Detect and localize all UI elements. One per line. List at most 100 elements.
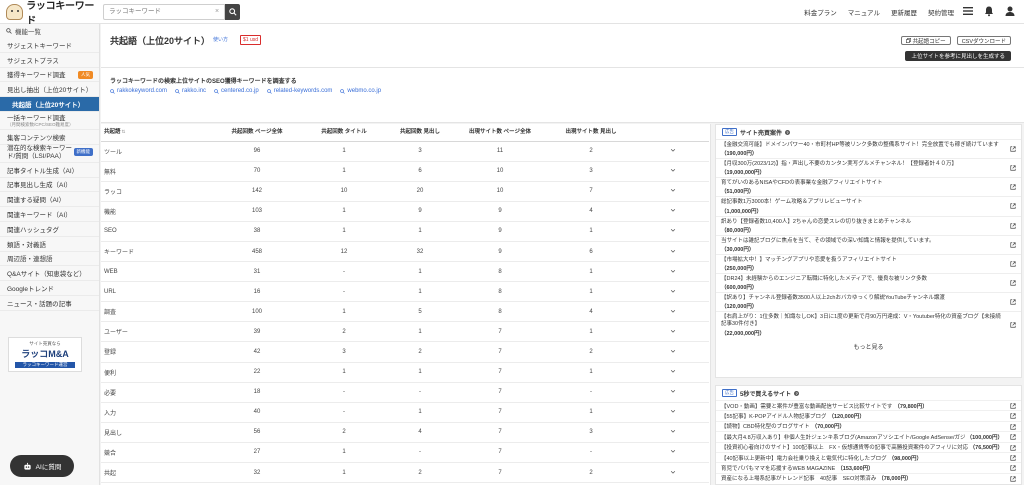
chevron-down-icon[interactable] (637, 442, 709, 464)
external-link-icon[interactable] (1010, 299, 1016, 305)
chevron-down-icon[interactable] (637, 301, 709, 323)
site-listing[interactable]: 【月収300万(2023/12)】指・声出し不要のカンタン実写グルメチャンネル！… (716, 158, 1021, 177)
sidebar-item-related-ai[interactable]: 関連キーワード（AI） (0, 207, 99, 222)
external-link-icon[interactable] (1010, 165, 1016, 171)
sidebar-item-content-search[interactable]: 集客コンテンツ検索 (0, 130, 99, 145)
info-icon[interactable]: ? (785, 129, 791, 135)
quick-site-item[interactable]: 育児でパパもママを応援するWEB MAGAZINE （153,600円） (716, 462, 1021, 472)
user-icon[interactable] (1004, 5, 1016, 17)
site-link[interactable]: webmo.co.jp (340, 88, 381, 94)
site-link[interactable]: related-keywords.com (266, 88, 332, 94)
quick-site-item[interactable]: 【投資初心者向けのサイト】100記事以上 FX・仮想通貨等の記事で高勝投資案件の… (716, 441, 1021, 452)
sidebar-item-bulk-research[interactable]: 一括キーワード調査 （月間検索数/CPC/SEO難易度） (0, 112, 99, 130)
table-row[interactable]: ユーザー 39 2 1 7 1 (101, 321, 709, 343)
search-input[interactable] (103, 3, 225, 20)
col-header-count-page[interactable]: 共起回数 ページ全体 (211, 124, 303, 142)
chevron-down-icon[interactable] (637, 462, 709, 484)
site-listing[interactable]: 【訳あり】チャンネル登録者数3500人以上2chおバカゆっくり解説YouTube… (716, 292, 1021, 311)
nav-contract[interactable]: 契約管理 (928, 7, 954, 17)
external-link-icon[interactable] (1010, 403, 1016, 409)
generate-headings-button[interactable]: 上位サイトを参考に見出しを生成する (905, 51, 1011, 61)
chevron-down-icon[interactable] (637, 321, 709, 343)
search-button[interactable] (225, 3, 240, 20)
sidebar-item-qa-sites[interactable]: Q&Aサイト（知恵袋など） (0, 266, 99, 282)
nav-pricing[interactable]: 料金プラン (804, 7, 837, 17)
col-header-keyword[interactable]: 共起語⇅ (101, 124, 211, 142)
site-listing[interactable]: 当サイトは雑記ブログに焦点を当て、その領域での深い知識と情報を提供しています。 （… (716, 234, 1021, 254)
external-link-icon[interactable] (1010, 184, 1016, 190)
site-listing[interactable]: 訳あり【登録者数10,400人】2ちゃんの恋愛スレの切り抜きまとめチャンネル （8… (716, 215, 1021, 235)
sidebar-item-questions-ai[interactable]: 関連する疑問（AI） (0, 192, 99, 208)
rakko-ma-banner[interactable]: サイト売買なら ラッコM&A ラッコキーワード運営 (8, 337, 82, 372)
external-link-icon[interactable] (1010, 322, 1016, 328)
chevron-down-icon[interactable] (637, 362, 709, 383)
sidebar-item-lsi-paa[interactable]: 潜在的な検索キーワード/質問（LSI/PAA） 新機能 (0, 145, 99, 163)
sidebar-item-heading-ai[interactable]: 記事見出し生成（AI） (0, 178, 99, 193)
chevron-down-icon[interactable] (637, 341, 709, 363)
table-row[interactable]: SEO 38 1 1 9 1 (101, 221, 709, 242)
table-row[interactable]: 登録 42 3 2 7 2 (101, 341, 709, 363)
chevron-down-icon[interactable] (637, 402, 709, 423)
external-link-icon[interactable] (1010, 242, 1016, 248)
copy-button[interactable]: 共起語コピー (900, 36, 951, 45)
site-link[interactable]: rakko.inc (175, 88, 206, 94)
table-row[interactable]: WEB 31-1 8 1 (101, 261, 709, 283)
nav-manual[interactable]: マニュアル (848, 7, 880, 17)
csv-download-button[interactable]: CSVダウンロード (956, 36, 1011, 45)
table-row[interactable]: 調査 100 1 5 8 4 (101, 301, 709, 323)
site-listing[interactable]: 【市場拡大中！】マッチングアプリや恋愛を扱うアフィリエイトサイト （250,000… (716, 253, 1021, 273)
table-row[interactable]: 見出し 56 2 4 7 3 (101, 422, 709, 443)
quick-site-item[interactable]: 【最大月4.8万収入あり】非個人生計ジェンキ系ブログ(Amazonアソシエイト/… (716, 431, 1021, 441)
table-row[interactable]: 競合 27 1-7- (101, 442, 709, 464)
site-listing[interactable]: 【DR24】未経験からのエンジニア転職に特化したメディアで、優良な被リンク多数 （… (716, 272, 1021, 292)
chevron-down-icon[interactable] (637, 382, 709, 403)
site-listing[interactable]: 総記事数1万3000本！ゲーム攻略＆アプリレビューサイト （1,000,000円） (716, 196, 1021, 215)
chevron-down-icon[interactable] (637, 221, 709, 242)
col-header-sites-page[interactable]: 出現サイト数 ページ全体 (455, 124, 545, 142)
quick-site-item[interactable]: 【55記事】K-POPアイドル人物記事ブログ （120,000円） (716, 410, 1021, 420)
how-to-link[interactable]: 使い方 (213, 36, 228, 43)
table-row[interactable]: 機能 103 1 9 9 4 (101, 201, 709, 222)
chevron-down-icon[interactable] (637, 261, 709, 283)
app-logo[interactable]: ラッコキーワード (0, 0, 100, 27)
col-header-count-heading[interactable]: 共起回数 見出し (385, 124, 455, 142)
table-row[interactable]: 共起 32 1 2 7 2 (101, 462, 709, 484)
col-header-sites-heading[interactable]: 出現サイト数 見出し (545, 124, 637, 142)
external-link-icon[interactable] (1010, 203, 1016, 210)
sidebar-item-google-trends[interactable]: Googleトレンド (0, 281, 99, 296)
table-row[interactable]: URL 16-1 8 1 (101, 281, 709, 303)
external-link-icon[interactable] (1010, 476, 1016, 482)
more-link[interactable]: もっと見る (716, 338, 1021, 351)
external-link-icon[interactable] (1010, 261, 1016, 267)
bell-icon[interactable] (983, 5, 995, 17)
site-listing[interactable]: 育てがいのあるNISAやCFDの表事業な金融アフィリエイトサイト （51,000円… (716, 177, 1021, 196)
quick-site-item[interactable]: 【VOD・動画】需要と案件が豊富な動画配信サービス比較サイトです （79,800円… (716, 400, 1021, 410)
quick-site-item[interactable]: 【40記事以上更新中】電力会社乗り換えと電気代に特化したブログ （98,000円） (716, 451, 1021, 462)
chevron-down-icon[interactable] (637, 241, 709, 263)
external-link-icon[interactable] (1010, 146, 1016, 152)
sidebar-item-synonyms[interactable]: 類語・対義語 (0, 237, 99, 252)
table-row[interactable]: 入力 40-1 7 1 (101, 402, 709, 423)
chevron-down-icon[interactable] (637, 181, 709, 202)
external-link-icon[interactable] (1010, 280, 1016, 286)
quick-site-item[interactable]: 【読物】CBD特化型のブログサイト （70,000円） (716, 420, 1021, 431)
site-link[interactable]: centered.co.jp (214, 88, 259, 94)
external-link-icon[interactable] (1010, 444, 1016, 451)
table-row[interactable]: ツール 96 1 3 11 2 (101, 141, 709, 162)
sidebar-item-hashtags[interactable]: 関連ハッシュタグ (0, 222, 99, 237)
site-listing[interactable]: 【金融交流可能】ドメインパワー40・市町村HP等被リンク多数の整備系サイト！完全… (716, 139, 1021, 158)
sidebar-item-cooccurrence[interactable]: 共起語（上位20サイト） (0, 97, 99, 112)
external-link-icon[interactable] (1010, 223, 1016, 229)
sidebar-item-title-ai[interactable]: 記事タイトル生成（AI） (0, 163, 99, 178)
sidebar-item-suggest-plus[interactable]: サジェストプラス (0, 53, 99, 68)
sidebar-item-associations[interactable]: 周辺語・連想語 (0, 252, 99, 267)
info-icon[interactable]: ? (794, 390, 800, 396)
external-link-icon[interactable] (1010, 455, 1016, 461)
chevron-down-icon[interactable] (637, 141, 709, 162)
sidebar-item-news[interactable]: ニュース・話題の記事 (0, 296, 99, 311)
external-link-icon[interactable] (1010, 434, 1016, 440)
site-listing[interactable]: 【右肩上がり：1位多数｜知識なしOK】3日に1度の更新で月90万円達成：V・Yo… (716, 311, 1021, 337)
chevron-down-icon[interactable] (637, 281, 709, 303)
table-row[interactable]: 便利 22 1 1 7 1 (101, 362, 709, 383)
site-link[interactable]: rakkokeyword.com (110, 88, 167, 94)
